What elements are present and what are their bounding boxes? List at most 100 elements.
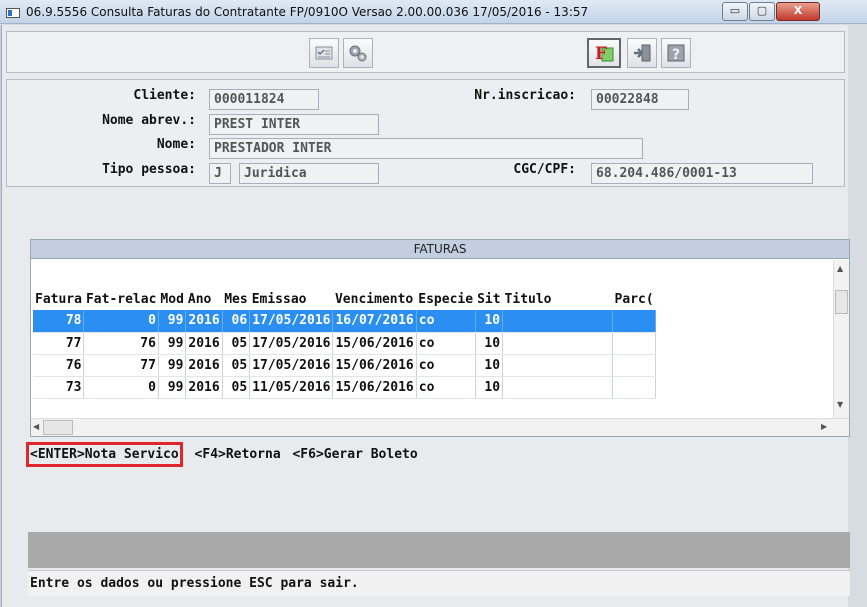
- cell-titulo: [502, 354, 614, 377]
- exit-button[interactable]: [627, 38, 657, 68]
- cell-mod: 99: [158, 310, 187, 333]
- cell-emissao: 17/05/2016: [249, 332, 334, 355]
- close-button[interactable]: X: [776, 2, 820, 21]
- col-especie[interactable]: Especie: [416, 288, 475, 310]
- cell-emissao: 17/05/2016: [249, 310, 334, 333]
- f6-gerar-boleto-action[interactable]: <F6>Gerar Boleto: [292, 447, 417, 462]
- faturas-table: Fatura Fat-relac Mod Ano Mes Emissao Ven…: [33, 288, 657, 399]
- function-keys-bar: <ENTER>Nota Servico <F4>Retorna <F6>Gera…: [26, 442, 418, 467]
- help-icon: ?: [667, 44, 685, 63]
- vertical-scrollbar[interactable]: ▲ ▼: [833, 260, 849, 418]
- cell-fat-relac: 0: [83, 376, 159, 399]
- select-button[interactable]: [309, 38, 339, 68]
- nr-inscricao-label: Nr.inscricao:: [474, 88, 576, 103]
- cell-parc: [612, 310, 657, 333]
- cell-mod: 99: [158, 332, 187, 355]
- cell-especie: co: [416, 332, 476, 355]
- tipo-pessoa-label: Tipo pessoa:: [102, 162, 196, 177]
- table-row[interactable]: 73 0 99 2016 05 11/05/2016 15/06/2016 co…: [33, 376, 657, 399]
- window-client: F ? Cliente: 000011824 Nr.inscricao: 000…: [1, 25, 850, 607]
- grid-title: FATURAS: [31, 240, 849, 259]
- cell-vencimento: 16/07/2016: [332, 310, 417, 333]
- col-mes[interactable]: Mes: [222, 288, 249, 310]
- svg-text:F: F: [595, 44, 607, 64]
- cell-emissao: 11/05/2016: [249, 376, 334, 399]
- cell-fatura: 78: [33, 310, 85, 333]
- tipo-pessoa-code-field[interactable]: J: [209, 163, 231, 184]
- cell-mod: 99: [158, 354, 187, 377]
- nr-inscricao-field[interactable]: 00022848: [591, 89, 689, 110]
- cell-mes: 05: [222, 376, 251, 399]
- nome-field[interactable]: PRESTADOR INTER: [209, 138, 643, 159]
- cell-vencimento: 15/06/2016: [332, 354, 417, 377]
- table-row[interactable]: 76 77 99 2016 05 17/05/2016 15/06/2016 c…: [33, 354, 657, 377]
- status-message: Entre os dados ou pressione ESC para sai…: [30, 576, 359, 591]
- col-fat-relac[interactable]: Fat-relac: [84, 288, 158, 310]
- col-mod[interactable]: Mod: [158, 288, 185, 310]
- svg-text:?: ?: [672, 47, 680, 63]
- cliente-field[interactable]: 000011824: [209, 89, 319, 110]
- status-bar: Entre os dados ou pressione ESC para sai…: [28, 570, 850, 596]
- cell-titulo: [502, 332, 614, 355]
- select-icon: [315, 46, 333, 60]
- cell-fat-relac: 77: [83, 354, 159, 377]
- table-row[interactable]: 77 76 99 2016 05 17/05/2016 15/06/2016 c…: [33, 332, 657, 355]
- cell-parc: [612, 376, 657, 399]
- minimize-button[interactable]: ▭: [722, 2, 748, 21]
- cell-sit: 10: [475, 354, 504, 377]
- cell-sit: 10: [475, 310, 504, 333]
- cell-especie: co: [416, 310, 476, 333]
- help-button[interactable]: ?: [661, 38, 691, 68]
- cell-parc: [612, 354, 657, 377]
- cell-sit: 10: [475, 332, 504, 355]
- col-ano[interactable]: Ano: [186, 288, 222, 310]
- horizontal-scrollbar[interactable]: ◀ ▶: [31, 418, 849, 436]
- cell-titulo: [502, 376, 614, 399]
- cell-sit: 10: [475, 376, 504, 399]
- config-button[interactable]: [343, 38, 373, 68]
- scroll-right-icon[interactable]: ▶: [821, 422, 827, 431]
- cell-ano: 2016: [185, 310, 223, 333]
- col-sit[interactable]: Sit: [475, 288, 502, 310]
- col-emissao[interactable]: Emissao: [250, 288, 333, 310]
- cell-parc: [612, 332, 657, 355]
- cliente-label: Cliente:: [133, 88, 196, 103]
- cell-fat-relac: 0: [83, 310, 159, 333]
- f4-retorna-action[interactable]: <F4>Retorna: [195, 447, 281, 462]
- cell-mes: 05: [222, 354, 251, 377]
- cell-especie: co: [416, 376, 476, 399]
- cell-vencimento: 15/06/2016: [332, 332, 417, 355]
- cell-ano: 2016: [185, 376, 223, 399]
- toolbar: F ?: [6, 31, 845, 73]
- cell-ano: 2016: [185, 354, 223, 377]
- cell-mes: 05: [222, 332, 251, 355]
- table-row[interactable]: 78 0 99 2016 06 17/05/2016 16/07/2016 co…: [33, 310, 657, 333]
- col-parc[interactable]: Parc(: [613, 288, 656, 310]
- window-app-icon: [6, 8, 20, 18]
- scroll-up-icon[interactable]: ▲: [837, 264, 843, 273]
- cell-fatura: 77: [33, 332, 85, 355]
- cell-mes: 06: [222, 310, 251, 333]
- filter-button[interactable]: F: [587, 38, 621, 68]
- maximize-button[interactable]: ▢: [749, 2, 775, 21]
- horizontal-scroll-thumb[interactable]: [43, 420, 73, 435]
- cell-especie: co: [416, 354, 476, 377]
- col-vencimento[interactable]: Vencimento: [333, 288, 416, 310]
- vertical-scroll-thumb[interactable]: [835, 290, 848, 314]
- enter-nota-servico-action[interactable]: <ENTER>Nota Servico: [26, 442, 183, 467]
- nome-abrev-field[interactable]: PREST INTER: [209, 114, 379, 135]
- contratante-header: Cliente: 000011824 Nr.inscricao: 0002284…: [6, 79, 845, 187]
- scroll-left-icon[interactable]: ◀: [33, 422, 39, 431]
- faturas-grid[interactable]: FATURAS Fatura Fat-relac Mod Ano Mes Emi…: [30, 239, 850, 437]
- window-title: 06.9.5556 Consulta Faturas do Contratant…: [26, 5, 589, 19]
- tipo-pessoa-desc-field: Juridica: [239, 163, 379, 184]
- cell-fatura: 76: [33, 354, 85, 377]
- grid-body: Fatura Fat-relac Mod Ano Mes Emissao Ven…: [31, 260, 831, 418]
- col-titulo[interactable]: Titulo: [503, 288, 613, 310]
- cgc-cpf-field[interactable]: 68.204.486/0001-13: [591, 163, 813, 184]
- message-area: [28, 532, 850, 568]
- scroll-down-icon[interactable]: ▼: [837, 400, 843, 409]
- col-fatura[interactable]: Fatura: [33, 288, 84, 310]
- filter-f-icon: F: [595, 44, 614, 64]
- nome-abrev-label: Nome abrev.:: [102, 113, 196, 128]
